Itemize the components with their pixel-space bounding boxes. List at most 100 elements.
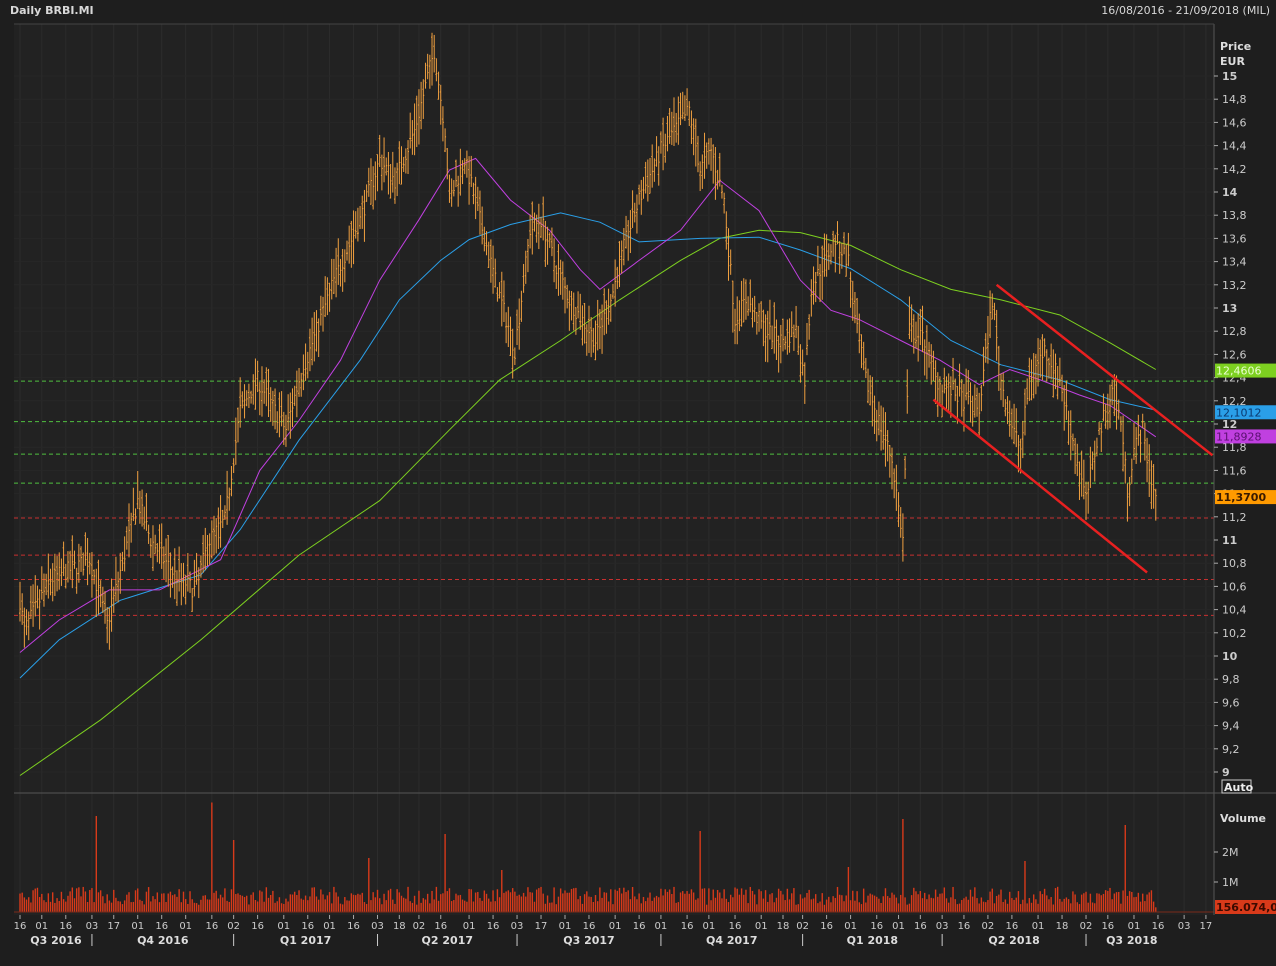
date-tick-label: 16 bbox=[633, 921, 646, 932]
date-tick-label: 03 bbox=[371, 921, 384, 932]
moving-average-value-badge-label: 12,4606 bbox=[1216, 365, 1262, 378]
price-tick-label: 14,2 bbox=[1222, 163, 1247, 176]
price-tick-label: 10 bbox=[1222, 650, 1238, 663]
price-tick-label: 14,4 bbox=[1222, 140, 1247, 153]
date-tick-label: 16 bbox=[14, 921, 27, 932]
date-tick-label: 16 bbox=[1006, 921, 1019, 932]
date-tick-label: 17 bbox=[107, 921, 120, 932]
price-tick-label: 10,6 bbox=[1222, 580, 1247, 593]
date-tick-label: 02 bbox=[227, 921, 240, 932]
date-tick-label: 16 bbox=[205, 921, 218, 932]
price-axis-label: Price bbox=[1220, 40, 1251, 53]
price-tick-label: 13,4 bbox=[1222, 256, 1247, 269]
quarter-label: Q3 2017 bbox=[563, 934, 614, 947]
price-tick-label: 11 bbox=[1222, 534, 1237, 547]
date-tick-label: 03 bbox=[1178, 921, 1191, 932]
price-tick-label: 13 bbox=[1222, 302, 1237, 315]
last-price-badge-label: 11,3700 bbox=[1216, 491, 1266, 504]
date-tick-label: 01 bbox=[1032, 921, 1045, 932]
price-tick-label: 15 bbox=[1222, 70, 1237, 83]
quarter-label: Q4 2016 bbox=[137, 934, 189, 947]
date-tick-label: 16 bbox=[681, 921, 694, 932]
volume-tick-label: 2M bbox=[1222, 846, 1239, 859]
date-tick-label: 18 bbox=[393, 921, 406, 932]
date-tick-label: 01 bbox=[35, 921, 48, 932]
price-tick-label: 13,8 bbox=[1222, 209, 1247, 222]
last-volume-badge-label: 156.074,00 bbox=[1216, 901, 1276, 914]
date-tick-label: 17 bbox=[535, 921, 548, 932]
date-tick-label: 18 bbox=[777, 921, 790, 932]
price-chart: 9 9,2 9,4 9,6 9,8 10 10,2 10,4 10,6 10,8 11 11,2 11,… bbox=[14, 23, 1276, 947]
date-tick-label: 16 bbox=[870, 921, 883, 932]
date-tick-label: 16 bbox=[914, 921, 927, 932]
volume-axis-label: Volume bbox=[1220, 812, 1266, 825]
quarter-label: Q4 2017 bbox=[706, 934, 757, 947]
date-tick-label: 01 bbox=[179, 921, 192, 932]
quarter-label: Q2 2018 bbox=[988, 934, 1039, 947]
date-tick-label: 01 bbox=[655, 921, 668, 932]
date-tick-label: 16 bbox=[155, 921, 168, 932]
date-tick-label: 16 bbox=[251, 921, 264, 932]
price-tick-label: 14,6 bbox=[1222, 116, 1247, 129]
price-tick-label: 12 bbox=[1222, 418, 1237, 431]
price-tick-label: 9 bbox=[1222, 766, 1230, 779]
quarter-label: Q3 2018 bbox=[1106, 934, 1157, 947]
date-tick-label: 01 bbox=[703, 921, 716, 932]
date-tick-label: 16 bbox=[301, 921, 314, 932]
price-tick-label: 13,6 bbox=[1222, 232, 1247, 245]
volume-tick-label: 1M bbox=[1222, 876, 1239, 889]
date-tick-label: 16 bbox=[59, 921, 72, 932]
date-tick-label: 16 bbox=[347, 921, 360, 932]
date-tick-label: 01 bbox=[844, 921, 857, 932]
date-tick-label: 01 bbox=[892, 921, 905, 932]
date-tick-label: 16 bbox=[820, 921, 833, 932]
date-tick-label: 16 bbox=[729, 921, 742, 932]
date-tick-label: 01 bbox=[323, 921, 336, 932]
date-tick-label: 01 bbox=[277, 921, 290, 932]
date-tick-label: 16 bbox=[958, 921, 971, 932]
date-tick-label: 16 bbox=[1152, 921, 1165, 932]
price-tick-label: 14,8 bbox=[1222, 93, 1247, 106]
quarter-label: Q3 2016 bbox=[30, 934, 82, 947]
auto-scale-label: Auto bbox=[1224, 781, 1254, 794]
price-tick-label: 9,6 bbox=[1222, 696, 1240, 709]
date-tick-label: 01 bbox=[131, 921, 144, 932]
price-tick-label: 11,6 bbox=[1222, 464, 1247, 477]
price-tick-label: 10,8 bbox=[1222, 557, 1247, 570]
price-tick-label: 12,6 bbox=[1222, 348, 1247, 361]
moving-average-value-badge-label: 11,8928 bbox=[1216, 430, 1262, 443]
price-tick-label: 9,8 bbox=[1222, 673, 1240, 686]
price-tick-label: 12,8 bbox=[1222, 325, 1247, 338]
price-tick-label: 10,4 bbox=[1222, 604, 1247, 617]
date-tick-label: 01 bbox=[463, 921, 476, 932]
date-tick-label: 02 bbox=[1080, 921, 1093, 932]
date-tick-label: 03 bbox=[86, 921, 99, 932]
date-tick-label: 01 bbox=[1128, 921, 1141, 932]
date-tick-label: 16 bbox=[434, 921, 447, 932]
date-tick-label: 16 bbox=[487, 921, 500, 932]
date-tick-label: 16 bbox=[583, 921, 596, 932]
price-tick-label: 10,2 bbox=[1222, 627, 1247, 640]
price-tick-label: 9,4 bbox=[1222, 720, 1240, 733]
price-tick-label: 13,2 bbox=[1222, 279, 1247, 292]
date-tick-label: 03 bbox=[936, 921, 949, 932]
date-tick-label: 01 bbox=[559, 921, 572, 932]
date-tick-label: 17 bbox=[1200, 921, 1213, 932]
price-unit-label: EUR bbox=[1220, 55, 1245, 68]
price-tick-label: 14 bbox=[1222, 186, 1238, 199]
price-tick-label: 9,2 bbox=[1222, 743, 1240, 756]
date-tick-label: 02 bbox=[796, 921, 809, 932]
price-tick-label: 11,2 bbox=[1222, 511, 1247, 524]
quarter-label: Q2 2017 bbox=[422, 934, 473, 947]
plot-background bbox=[14, 24, 1214, 915]
quarter-label: Q1 2017 bbox=[280, 934, 331, 947]
date-tick-label: 01 bbox=[609, 921, 622, 932]
quarter-label: Q1 2018 bbox=[847, 934, 898, 947]
date-tick-label: 18 bbox=[1056, 921, 1069, 932]
date-tick-label: 16 bbox=[1101, 921, 1114, 932]
moving-average-value-badge-label: 12,1012 bbox=[1216, 406, 1262, 419]
date-tick-label: 03 bbox=[511, 921, 524, 932]
date-tick-label: 02 bbox=[982, 921, 995, 932]
date-tick-label: 01 bbox=[755, 921, 768, 932]
date-tick-label: 02 bbox=[413, 921, 426, 932]
